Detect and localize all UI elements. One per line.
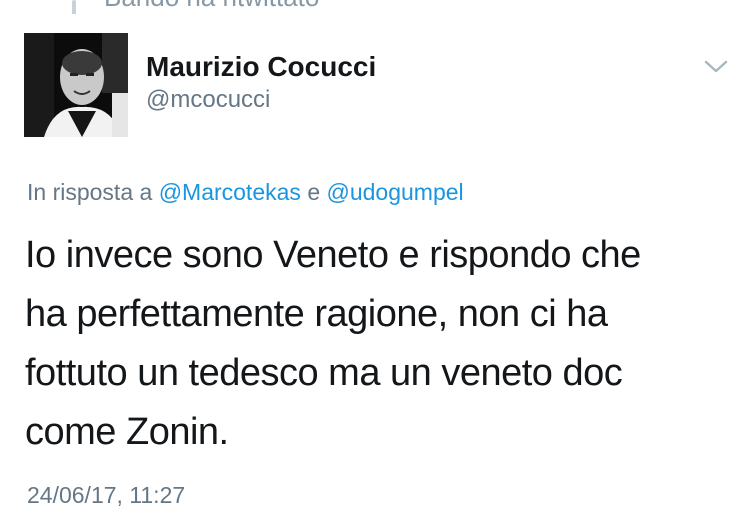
chevron-down-icon[interactable] [702,56,730,78]
retweet-label: Bando ha ritwittato [104,0,319,13]
tweet-timestamp[interactable]: 24/06/17, 11:27 [27,482,185,509]
mention-link-marcotekas[interactable]: @Marcotekas [159,179,301,205]
thread-line [72,0,76,14]
tweet-line: ha perfettamente ragione, non ci ha [25,293,608,335]
reply-conjunction: e [307,179,321,205]
reply-context: In risposta a @Marcotekas e @udogumpel [27,179,464,206]
reply-prefix: In risposta a [27,179,153,205]
mention-link-udogumpel[interactable]: @udogumpel [327,179,464,205]
avatar-photo [24,33,128,137]
author-name[interactable]: Maurizio Cocucci [146,51,376,83]
tweet-text: Io invece sono Veneto e rispondo che ha … [25,226,725,462]
avatar[interactable] [24,33,128,137]
author-handle[interactable]: @mcocucci [146,86,270,114]
tweet-line: fottuto un tedesco ma un veneto doc [25,352,623,394]
tweet-line: Io invece sono Veneto e rispondo che [25,234,641,276]
tweet-line: come Zonin. [25,411,229,453]
retweet-context: Bando ha ritwittato [0,0,750,14]
